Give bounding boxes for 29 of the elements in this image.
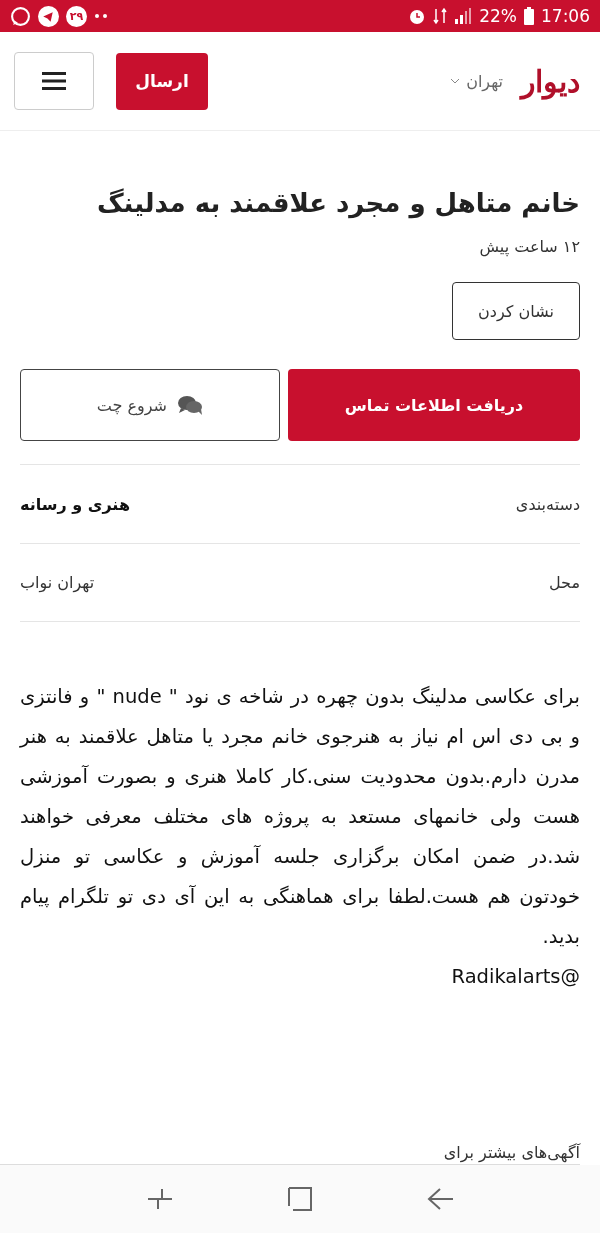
ad-description: برای عکاسی مدلینگ بدون چهره در شاخه ی نود " nude " و فانتزی و بی دی اس ام نیاز به هنرجوی خانم مجرد یا متاهل علاقمند به هنر مدرن دارم.بدون محدودیت سنی.کار کاملا هنری و بصورت آموزشی هست ولی خانمهای مستعد به پروژه های مختلف معرفی خواهند شد.در ضمن امکان برگزاری جلسه آموزش و عکاسی تو منزل خودتون هم هست.لطفا برای هماهنگی به این آی دی تو تلگرام پیام بدید. [20, 684, 580, 950]
battery-icon [524, 7, 534, 25]
menu-button[interactable] [14, 52, 94, 110]
more-dots-icon [94, 13, 108, 19]
start-chat-button[interactable]: شروع چت [20, 369, 280, 441]
notification-badge: ۲۹ [66, 5, 87, 27]
ad-title: خانم متاهل و مجرد علاقمند به مدلینگ [95, 187, 580, 221]
detail-label: دسته‌بندی [515, 494, 580, 514]
telegram-id: @Radikalarts [450, 964, 580, 990]
clock-time: 17:06 [541, 6, 590, 26]
detail-value: تهران نواب [20, 573, 95, 592]
telegram-icon [38, 5, 59, 27]
post-ad-button[interactable]: ارسال [116, 52, 208, 110]
alarm-icon [408, 7, 427, 25]
menu-icon [42, 72, 66, 90]
detail-value: هنری و رسانه [20, 494, 130, 514]
contact-info-button[interactable]: دریافت اطلاعات تماس [287, 369, 580, 441]
posted-time: ۱۲ ساعت پیش [478, 237, 580, 256]
detail-label: محل [549, 573, 580, 592]
chevron-down-icon [450, 78, 461, 84]
city-selector[interactable]: تهران [450, 71, 503, 91]
bookmark-button[interactable]: نشان کردن [452, 282, 580, 340]
home-square-icon[interactable] [288, 1187, 312, 1211]
back-arrow-icon[interactable] [426, 1188, 453, 1210]
signal-icon [454, 8, 473, 24]
chat-bubbles-icon [177, 395, 203, 415]
network-icon [433, 7, 448, 25]
site-logo[interactable]: دیوار [521, 63, 580, 99]
battery-percent: 22% [479, 6, 517, 26]
